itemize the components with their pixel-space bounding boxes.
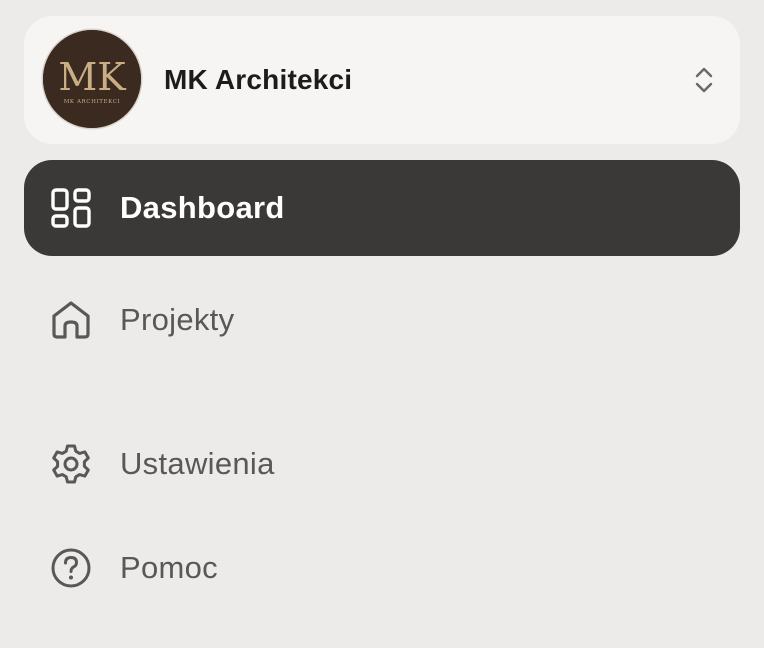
nav-label-projekty: Projekty: [120, 302, 235, 337]
nav-label-pomoc: Pomoc: [120, 550, 218, 585]
workspace-name: MK Architekci: [164, 64, 353, 95]
chevron-up-down-icon[interactable]: [692, 66, 716, 94]
workspace-switcher[interactable]: MK MK ARCHITEKCI MK Architekci: [24, 16, 740, 144]
help-circle-icon: [51, 548, 91, 588]
nav-item-projekty[interactable]: Projekty: [24, 272, 740, 368]
workspace-logo: MK MK ARCHITEKCI: [43, 30, 141, 128]
home-icon: [52, 301, 90, 339]
workspace-logo-image: MK MK ARCHITEKCI: [43, 30, 141, 128]
nav-item-ustawienia[interactable]: Ustawienia: [24, 416, 740, 512]
gear-icon: [52, 444, 90, 484]
nav-item-pomoc[interactable]: Pomoc: [24, 520, 740, 616]
nav-label-dashboard: Dashboard: [120, 190, 285, 225]
dashboard-grid-icon: [51, 188, 91, 228]
logo-caption: MK ARCHITEKCI: [64, 99, 121, 105]
logo-monogram: MK: [58, 55, 126, 99]
nav-item-dashboard[interactable]: Dashboard: [24, 160, 740, 256]
nav-label-ustawienia: Ustawienia: [120, 446, 275, 481]
